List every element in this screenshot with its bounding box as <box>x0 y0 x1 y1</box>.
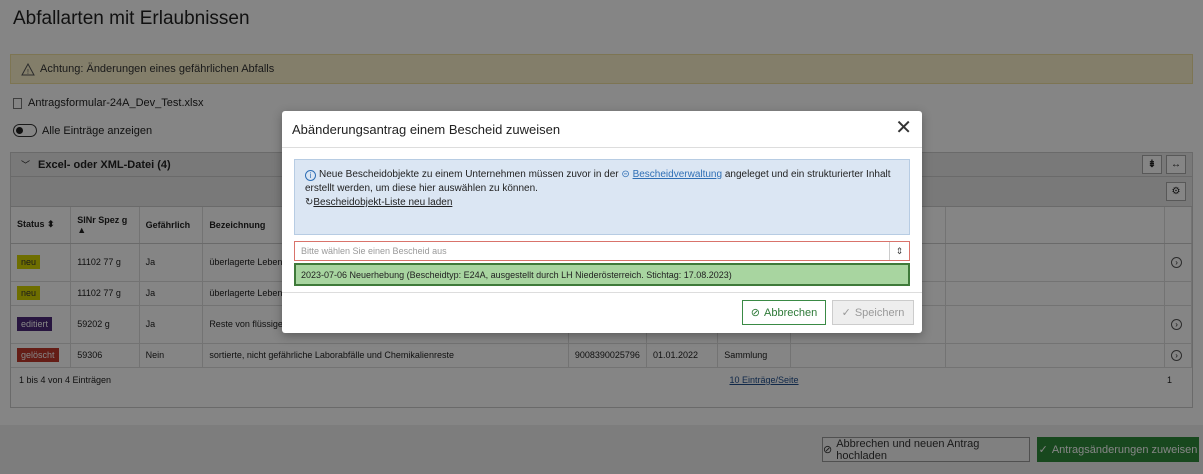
select-placeholder: Bitte wählen Sie einen Bescheid aus <box>301 246 447 256</box>
page: Abfallarten mit Erlaubnissen ! Achtung: … <box>0 0 1203 474</box>
bescheid-option[interactable]: 2023-07-06 Neuerhebung (Bescheidtyp: E24… <box>294 263 910 286</box>
info-box: i Neue Bescheidobjekte zu einem Unternehm… <box>294 159 910 235</box>
divider <box>282 147 922 148</box>
bescheidverwaltung-link[interactable]: Bescheidverwaltung <box>633 169 723 180</box>
close-icon[interactable]: ✕ <box>895 118 912 138</box>
divider <box>282 292 922 293</box>
reload-row: ↻Bescheidobjekt-Liste neu laden <box>305 196 899 210</box>
cancel-icon: ⊘ <box>750 307 760 319</box>
bescheid-select[interactable]: Bitte wählen Sie einen Bescheid aus ⇕ <box>294 241 910 261</box>
modal-cancel-button[interactable]: ⊘ Abbrechen <box>742 300 826 325</box>
info-icon: i <box>305 170 316 181</box>
reload-list-link[interactable]: Bescheidobjekt-Liste neu laden <box>313 197 452 208</box>
assign-modal: Abänderungsantrag einem Bescheid zuweise… <box>282 111 922 333</box>
modal-title: Abänderungsantrag einem Bescheid zuweise… <box>292 122 561 137</box>
check-icon: ✓ <box>841 307 851 319</box>
chevron-updown-icon: ⇕ <box>889 242 909 260</box>
link-arrow-icon: ⊝ <box>621 169 630 180</box>
modal-save-button[interactable]: ✓ Speichern <box>832 300 914 325</box>
